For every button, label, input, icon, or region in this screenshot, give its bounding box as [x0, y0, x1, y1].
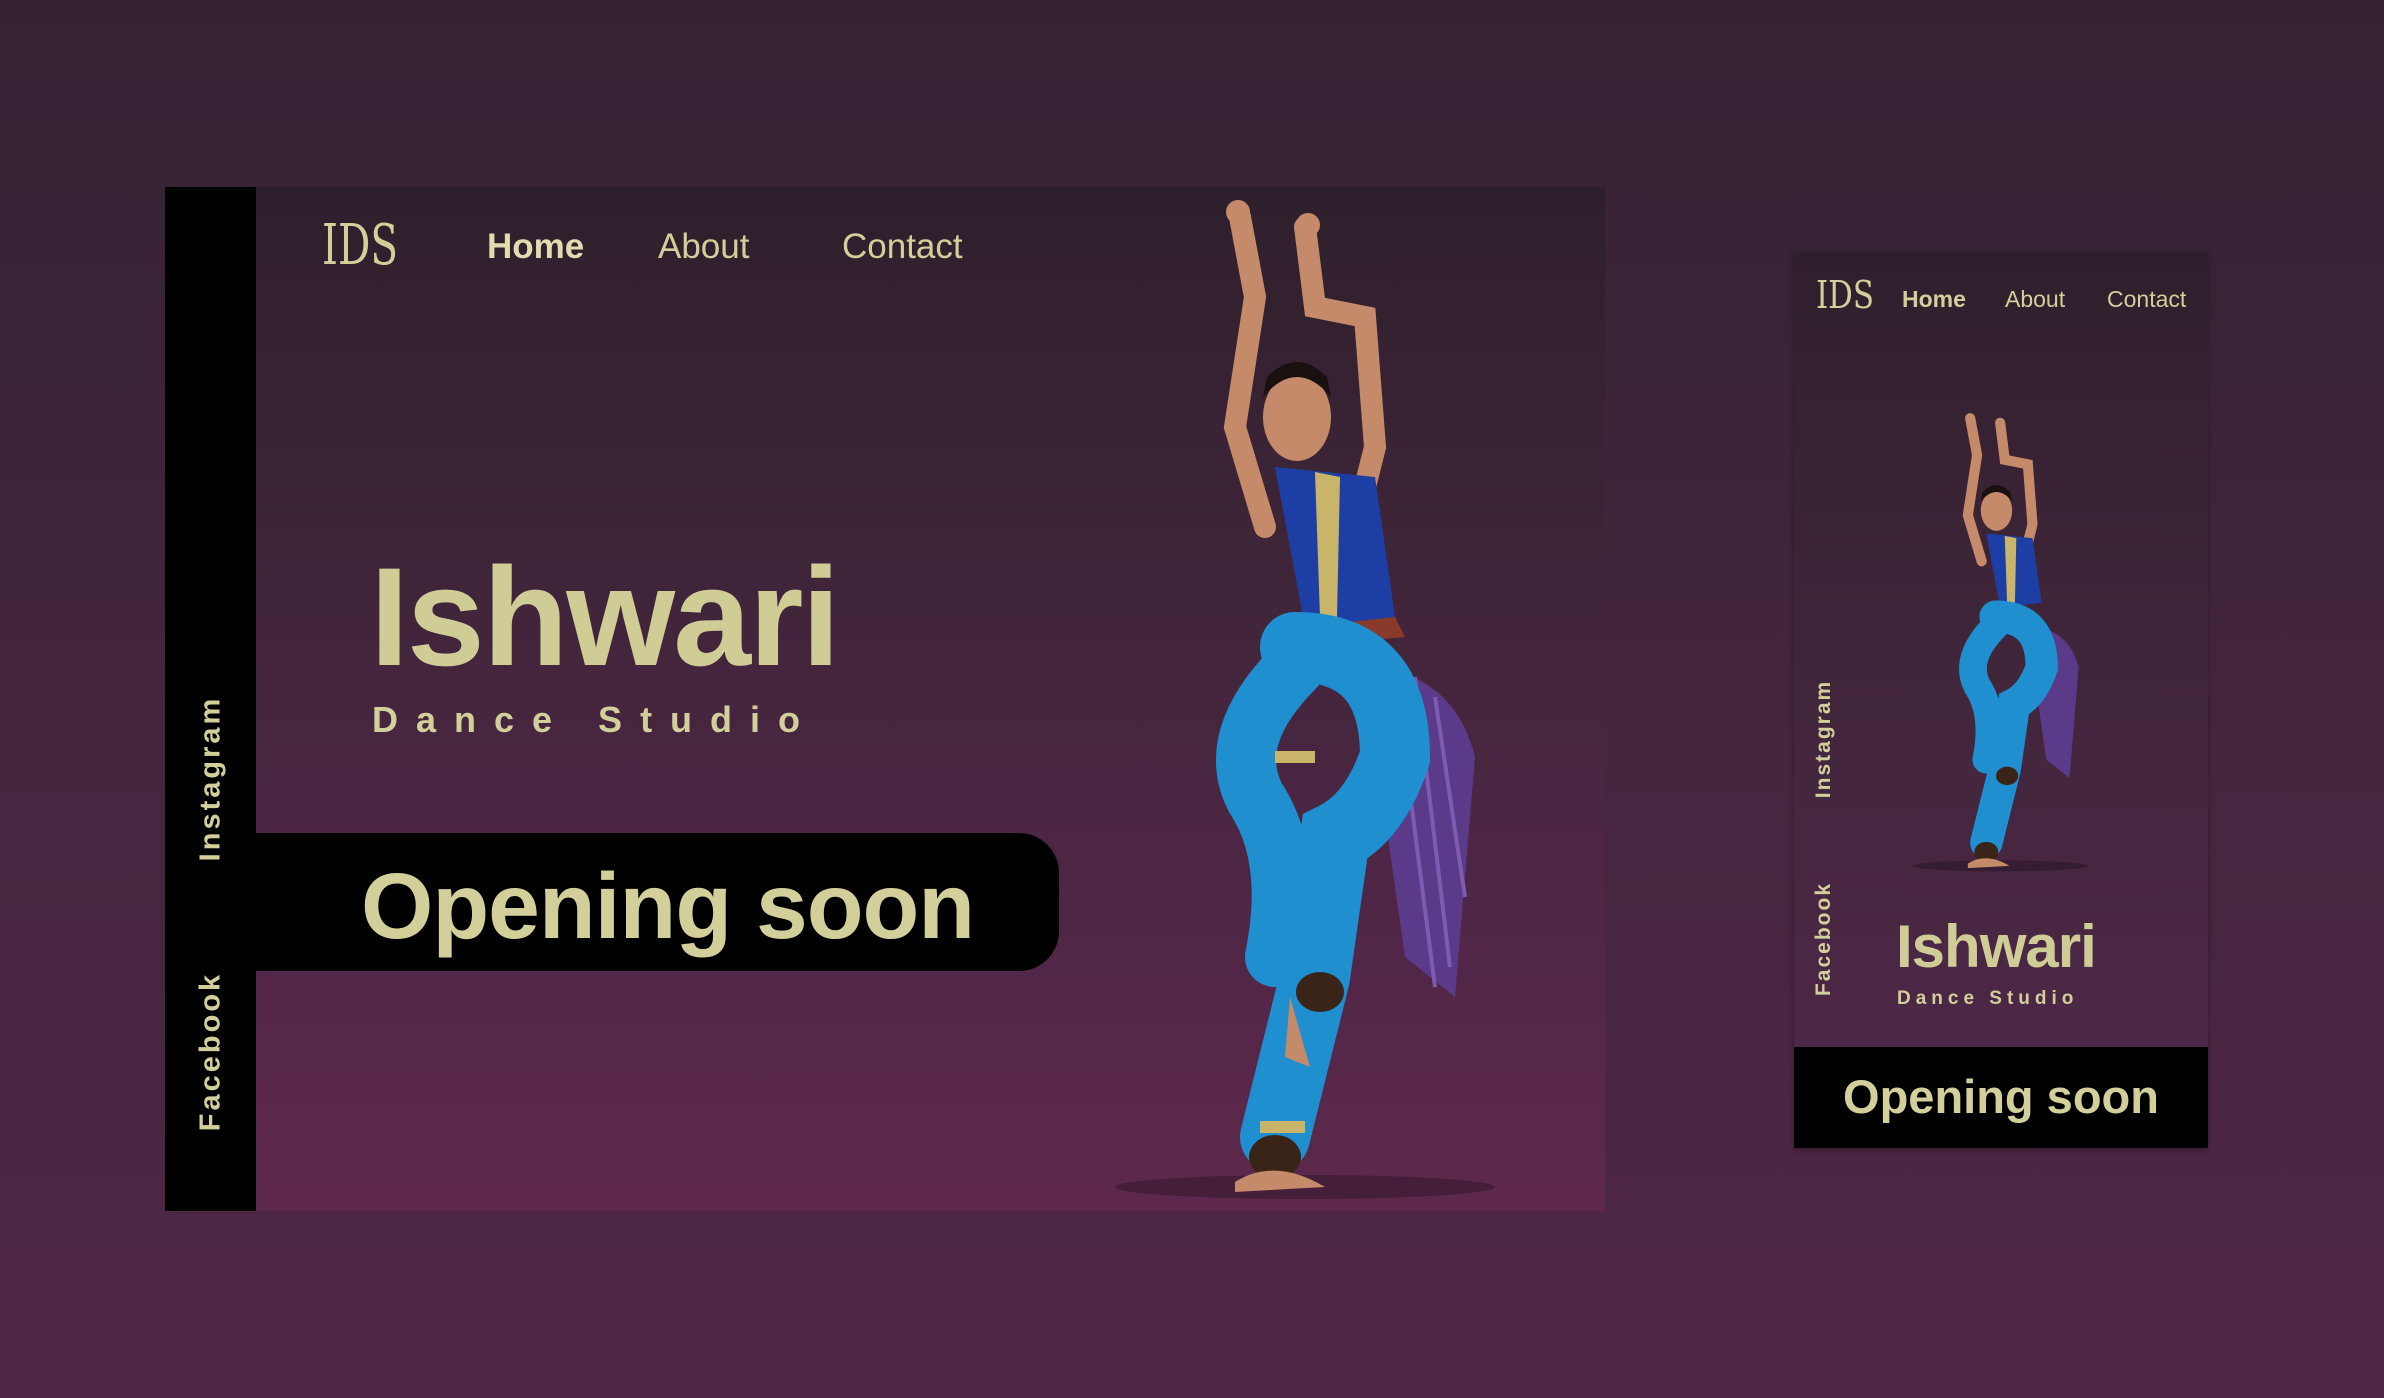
ids-logo[interactable]: IDS	[320, 212, 400, 272]
hero-title-mobile: Ishwari	[1896, 913, 2097, 980]
facebook-link[interactable]: Facebook	[195, 968, 228, 1136]
instagram-link-mobile[interactable]: Instagram	[1812, 679, 1836, 799]
mobile-mockup: IDS Home About Contact Instagram Faceboo…	[1794, 252, 2208, 1148]
nav-contact-mobile[interactable]: Contact	[2107, 286, 2186, 313]
nav-contact[interactable]: Contact	[842, 227, 963, 267]
svg-text:IDS: IDS	[1816, 273, 1874, 314]
dancer-image	[1115, 200, 1495, 1199]
opening-soon-banner: Opening soon	[256, 833, 1059, 971]
instagram-link[interactable]: Instagram	[195, 695, 228, 863]
ids-logo-mobile[interactable]: IDS	[1814, 272, 1876, 314]
dancer-image-mobile	[1912, 413, 2088, 872]
opening-soon-text-mobile: Opening soon	[1843, 1070, 2159, 1123]
nav-about-mobile[interactable]: About	[2005, 286, 2065, 313]
svg-text:IDS: IDS	[322, 213, 398, 272]
nav-home-mobile[interactable]: Home	[1902, 286, 1966, 313]
nav-home[interactable]: Home	[487, 227, 584, 267]
opening-soon-text: Opening soon	[361, 854, 975, 958]
social-sidebar: Instagram Facebook	[165, 187, 256, 1211]
opening-soon-banner-mobile: Opening soon	[1794, 1047, 2208, 1148]
hero-subtitle: Dance Studio	[372, 699, 819, 740]
facebook-link-mobile[interactable]: Facebook	[1812, 879, 1836, 999]
nav-about[interactable]: About	[658, 227, 749, 267]
hero-title: Ishwari	[370, 538, 840, 695]
hero-subtitle-mobile: Dance Studio	[1897, 988, 2079, 1009]
desktop-mockup: Instagram Facebook IDS Home About Contac…	[165, 187, 1605, 1211]
